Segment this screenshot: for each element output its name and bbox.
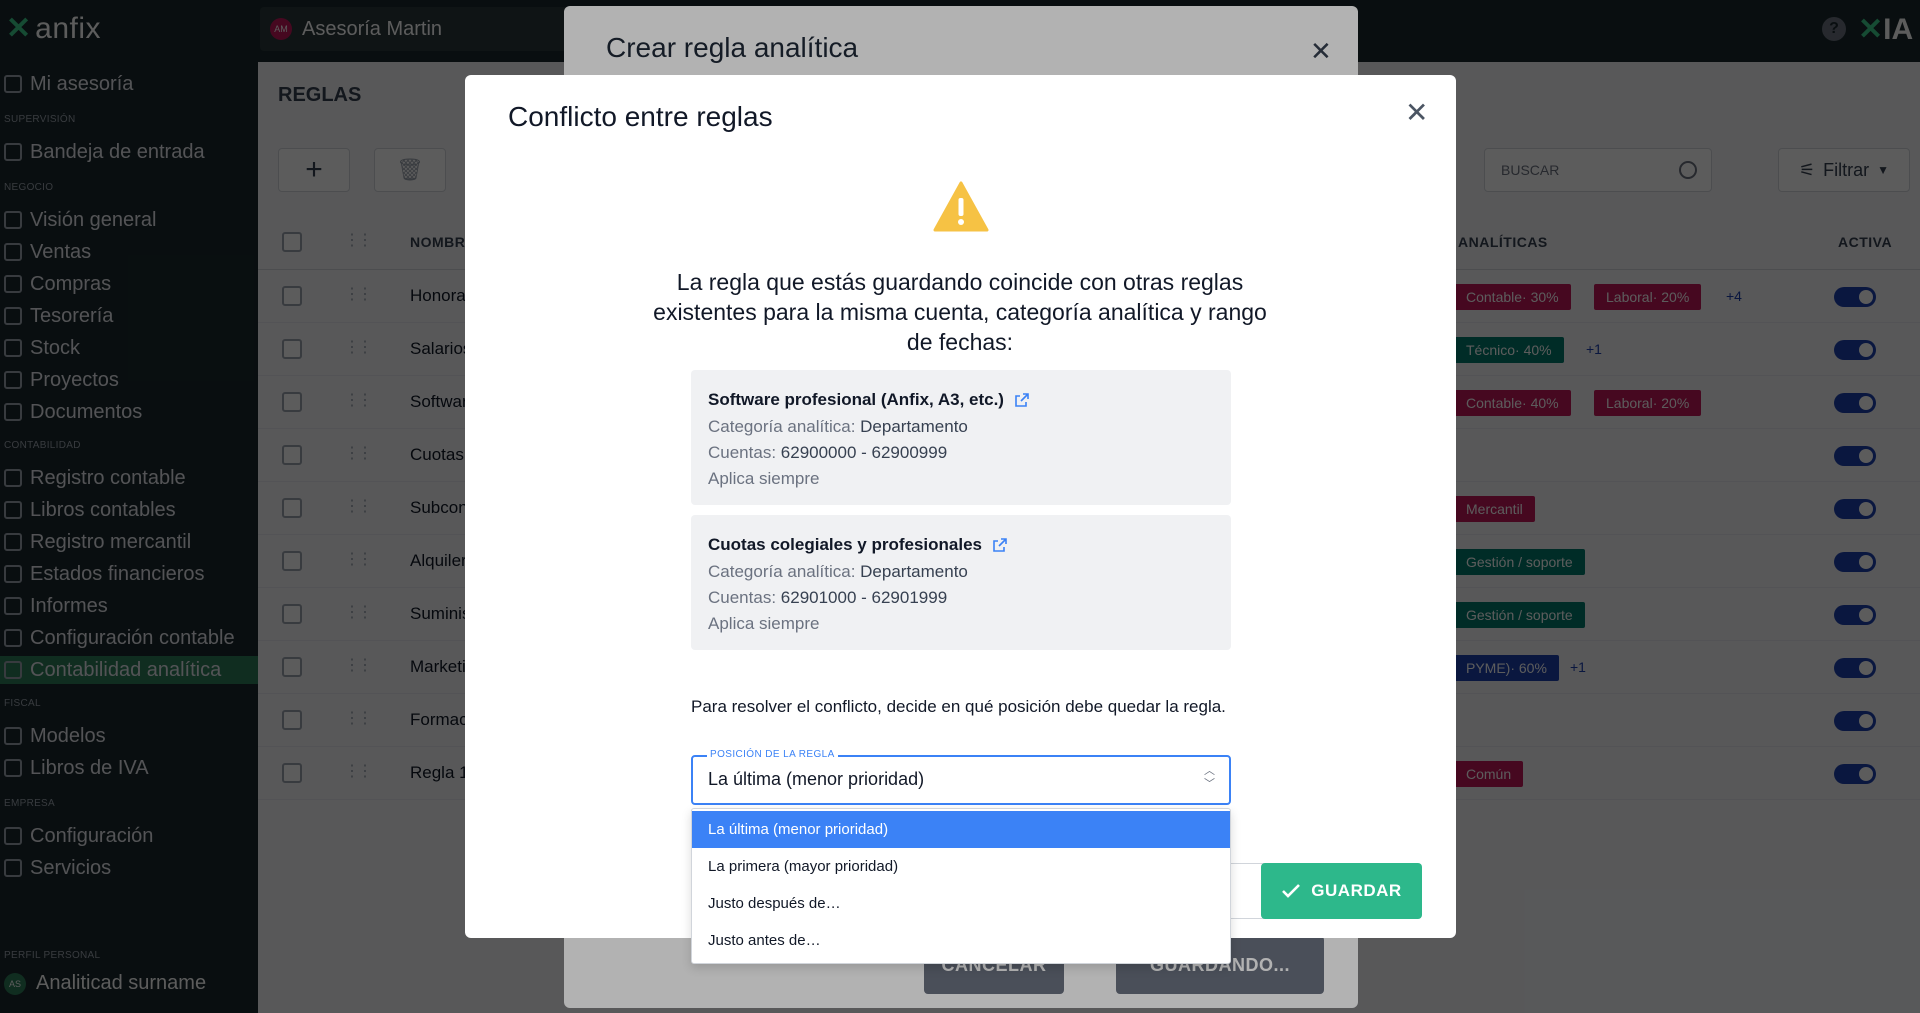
rule-applies: Aplica siempre <box>708 469 820 488</box>
category-label: Categoría analítica: <box>708 417 856 436</box>
option-before[interactable]: Justo antes de… <box>692 922 1230 959</box>
category-value: Departamento <box>860 562 968 581</box>
rule-accounts: Cuentas: 62900000 - 62900999 <box>708 440 1214 466</box>
category-value: Departamento <box>860 417 968 436</box>
rule-category: Categoría analítica: Departamento <box>708 414 1214 440</box>
rule-accounts: Cuentas: 62901000 - 62901999 <box>708 585 1214 611</box>
rule-position-select[interactable]: POSICIÓN DE LA REGLA La última (menor pr… <box>691 749 1231 805</box>
resolve-instruction: Para resolver el conflicto, decide en qu… <box>691 697 1226 716</box>
rule-category: Categoría analítica: Departamento <box>708 559 1214 585</box>
rule-title: Cuotas colegiales y profesionales <box>708 531 1214 559</box>
category-label: Categoría analítica: <box>708 562 856 581</box>
chevron-updown-icon: ︿ ﹀ <box>1204 765 1215 790</box>
select-value: La última (menor prioridad) <box>708 769 925 789</box>
rule-position-options: La última (menor prioridad) La primera (… <box>691 808 1231 964</box>
external-link-icon[interactable] <box>1014 392 1030 408</box>
modal-title: Conflicto entre reglas <box>508 101 773 132</box>
rule-applies: Aplica siempre <box>708 614 820 633</box>
save-button[interactable]: GUARDAR <box>1261 863 1422 919</box>
option-after[interactable]: Justo después de… <box>692 885 1230 922</box>
accounts-label: Cuentas: <box>708 588 777 607</box>
conflict-rule-card: Cuotas colegiales y profesionales Catego… <box>691 515 1231 650</box>
option-last[interactable]: La última (menor prioridad) <box>692 811 1230 848</box>
conflict-rule-card: Software profesional (Anfix, A3, etc.) C… <box>691 370 1231 505</box>
rule-name: Cuotas colegiales y profesionales <box>708 535 982 554</box>
check-icon <box>1282 884 1301 898</box>
save-label: GUARDAR <box>1311 881 1402 900</box>
accounts-label: Cuentas: <box>708 443 777 462</box>
warning-icon <box>933 181 989 232</box>
close-icon[interactable]: ✕ <box>1405 99 1428 127</box>
select-label: POSICIÓN DE LA REGLA <box>707 749 838 760</box>
rule-name: Software profesional (Anfix, A3, etc.) <box>708 390 1004 409</box>
external-link-icon[interactable] <box>992 537 1008 553</box>
conflict-intro: La regla que estás guardando coincide co… <box>653 269 1267 355</box>
accounts-value: 62901000 - 62901999 <box>780 588 948 607</box>
accounts-value: 62900000 - 62900999 <box>780 443 948 462</box>
option-first[interactable]: La primera (mayor prioridad) <box>692 848 1230 885</box>
rule-title: Software profesional (Anfix, A3, etc.) <box>708 386 1214 414</box>
